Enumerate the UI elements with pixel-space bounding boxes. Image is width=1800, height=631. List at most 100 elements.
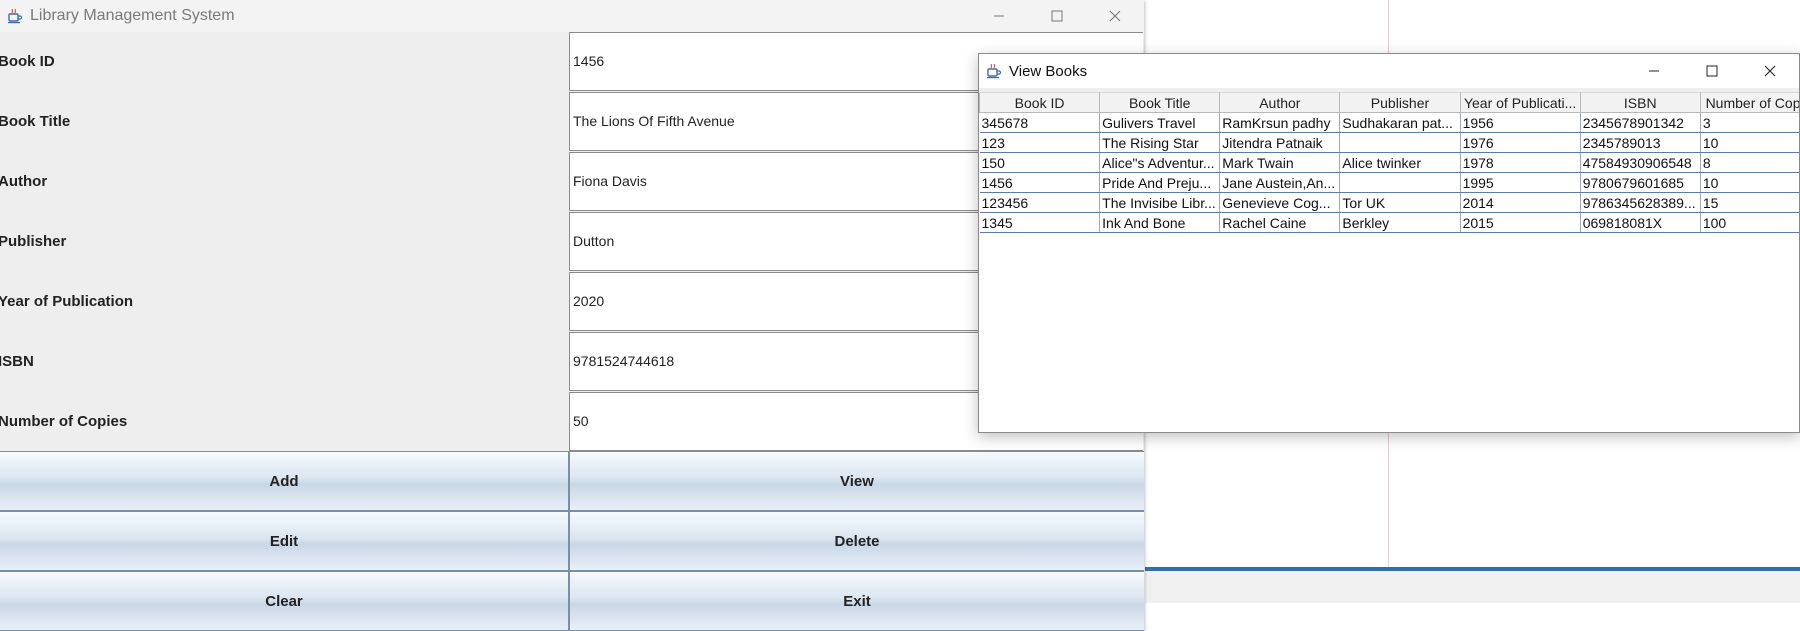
- table-cell[interactable]: The Invisibe Libr...: [1099, 192, 1221, 213]
- books-table: Book ID Book Title Author Publisher Year…: [979, 92, 1799, 233]
- view-books-title: View Books: [1009, 62, 1088, 80]
- form-row-copies: Number of Copies 50: [0, 392, 1144, 452]
- copies-label: Number of Copies: [0, 413, 128, 430]
- publisher-label: Publisher: [0, 233, 67, 250]
- table-cell[interactable]: 9780679601685: [1580, 172, 1701, 193]
- table-cell[interactable]: 345678: [979, 112, 1101, 133]
- table-cell[interactable]: Tor UK: [1339, 192, 1461, 213]
- maximize-icon: [1706, 65, 1718, 77]
- table-row[interactable]: 345678 Gulivers Travel RamKrsun padhy Su…: [979, 112, 1799, 133]
- table-cell[interactable]: Alice twinker: [1339, 152, 1461, 173]
- author-label: Author: [0, 173, 48, 190]
- table-cell[interactable]: 123: [979, 132, 1101, 153]
- view-minimize-button[interactable]: [1625, 54, 1683, 88]
- table-cell[interactable]: 8: [1700, 152, 1799, 173]
- exit-button[interactable]: Exit: [569, 571, 1144, 631]
- table-header-row: Book ID Book Title Author Publisher Year…: [979, 92, 1799, 113]
- table-cell[interactable]: Mark Twain: [1219, 152, 1341, 173]
- editor-status-area: [1145, 571, 1800, 603]
- java-cup-icon: [985, 62, 1003, 80]
- table-cell[interactable]: The Rising Star: [1099, 132, 1221, 153]
- add-button[interactable]: Add: [0, 451, 569, 511]
- table-row[interactable]: 123456 The Invisibe Libr... Genevieve Co…: [979, 192, 1799, 213]
- table-cell[interactable]: 1456: [979, 172, 1101, 193]
- table-cell[interactable]: Berkley: [1339, 212, 1461, 233]
- table-cell[interactable]: Rachel Caine: [1219, 212, 1341, 233]
- clear-button[interactable]: Clear: [0, 571, 569, 631]
- table-cell[interactable]: 1345: [979, 212, 1101, 233]
- form-row-isbn: ISBN 9781524744618: [0, 332, 1144, 392]
- table-cell[interactable]: Genevieve Cog...: [1219, 192, 1341, 213]
- column-header-year[interactable]: Year of Publicati...: [1459, 92, 1581, 113]
- delete-button[interactable]: Delete: [569, 511, 1144, 571]
- table-cell[interactable]: Jane Austein,An...: [1219, 172, 1341, 193]
- table-row[interactable]: 123 The Rising Star Jitendra Patnaik 197…: [979, 132, 1799, 153]
- isbn-label: ISBN: [0, 353, 34, 370]
- column-header-book-id[interactable]: Book ID: [979, 92, 1101, 113]
- table-cell[interactable]: 150: [979, 152, 1101, 173]
- column-header-copies[interactable]: Number of Copi...: [1699, 92, 1799, 113]
- table-cell[interactable]: RamKrsun padhy: [1219, 112, 1341, 133]
- table-cell[interactable]: 1978: [1460, 152, 1581, 173]
- table-cell[interactable]: [1339, 132, 1461, 153]
- form-row-author: Author Fiona Davis: [0, 152, 1144, 212]
- table-cell[interactable]: 069818081X: [1580, 212, 1701, 233]
- java-cup-icon: [6, 7, 24, 25]
- column-header-author[interactable]: Author: [1219, 92, 1341, 113]
- table-cell[interactable]: [1339, 172, 1461, 193]
- book-title-label: Book Title: [0, 113, 71, 130]
- view-close-button[interactable]: [1741, 54, 1799, 88]
- table-cell[interactable]: 2015: [1460, 212, 1581, 233]
- year-label: Year of Publication: [0, 293, 134, 310]
- books-table-container: Book ID Book Title Author Publisher Year…: [979, 92, 1799, 432]
- maximize-button[interactable]: [1028, 0, 1086, 32]
- book-id-label: Book ID: [0, 53, 55, 70]
- column-header-book-title[interactable]: Book Title: [1099, 92, 1221, 113]
- table-cell[interactable]: 1995: [1460, 172, 1581, 193]
- table-row[interactable]: 1345 Ink And Bone Rachel Caine Berkley 2…: [979, 212, 1799, 233]
- table-cell[interactable]: Pride And Preju...: [1099, 172, 1221, 193]
- close-icon: [1764, 65, 1776, 77]
- form-row-publisher: Publisher Dutton: [0, 212, 1144, 272]
- table-cell[interactable]: 1956: [1460, 112, 1581, 133]
- action-buttons: Add View Edit Delete Clear Exit: [0, 451, 1144, 631]
- table-cell[interactable]: 2345789013: [1580, 132, 1701, 153]
- table-cell[interactable]: 2345678901342: [1580, 112, 1701, 133]
- close-icon: [1109, 10, 1121, 22]
- main-window-title: Library Management System: [30, 7, 235, 24]
- maximize-icon: [1051, 10, 1063, 22]
- form-row-book-id: Book ID 1456: [0, 32, 1144, 92]
- edit-button[interactable]: Edit: [0, 511, 569, 571]
- minimize-icon: [994, 15, 1004, 17]
- close-button[interactable]: [1086, 0, 1144, 32]
- table-cell[interactable]: 15: [1700, 192, 1799, 213]
- table-cell[interactable]: 2014: [1460, 192, 1581, 213]
- table-cell[interactable]: 1976: [1460, 132, 1581, 153]
- view-maximize-button[interactable]: [1683, 54, 1741, 88]
- table-cell[interactable]: Ink And Bone: [1099, 212, 1221, 233]
- library-management-window: Library Management System Book ID 1456 B…: [0, 0, 1144, 631]
- main-titlebar[interactable]: Library Management System: [0, 0, 1144, 32]
- view-books-window: View Books Book ID Book Title Author Pub…: [978, 53, 1800, 433]
- table-cell[interactable]: 123456: [979, 192, 1101, 213]
- column-header-isbn[interactable]: ISBN: [1579, 92, 1701, 113]
- table-cell[interactable]: 10: [1700, 132, 1799, 153]
- table-cell[interactable]: Gulivers Travel: [1099, 112, 1221, 133]
- table-cell[interactable]: 47584930906548: [1580, 152, 1701, 173]
- column-header-publisher[interactable]: Publisher: [1339, 92, 1461, 113]
- minimize-button[interactable]: [970, 0, 1028, 32]
- minimize-icon: [1649, 70, 1659, 72]
- table-row[interactable]: 150 Alice"s Adventur... Mark Twain Alice…: [979, 152, 1799, 173]
- table-cell[interactable]: 100: [1700, 212, 1799, 233]
- table-cell[interactable]: 3: [1700, 112, 1799, 133]
- table-row[interactable]: 1456 Pride And Preju... Jane Austein,An.…: [979, 172, 1799, 193]
- table-cell[interactable]: Alice"s Adventur...: [1099, 152, 1221, 173]
- form-row-year: Year of Publication 2020: [0, 272, 1144, 332]
- view-button[interactable]: View: [569, 451, 1144, 511]
- table-cell[interactable]: Sudhakaran pat...: [1339, 112, 1461, 133]
- view-books-titlebar[interactable]: View Books: [979, 54, 1799, 88]
- table-cell[interactable]: 9786345628389...: [1580, 192, 1701, 213]
- form-row-book-title: Book Title The Lions Of Fifth Avenue: [0, 92, 1144, 152]
- table-cell[interactable]: Jitendra Patnaik: [1219, 132, 1341, 153]
- table-cell[interactable]: 10: [1700, 172, 1799, 193]
